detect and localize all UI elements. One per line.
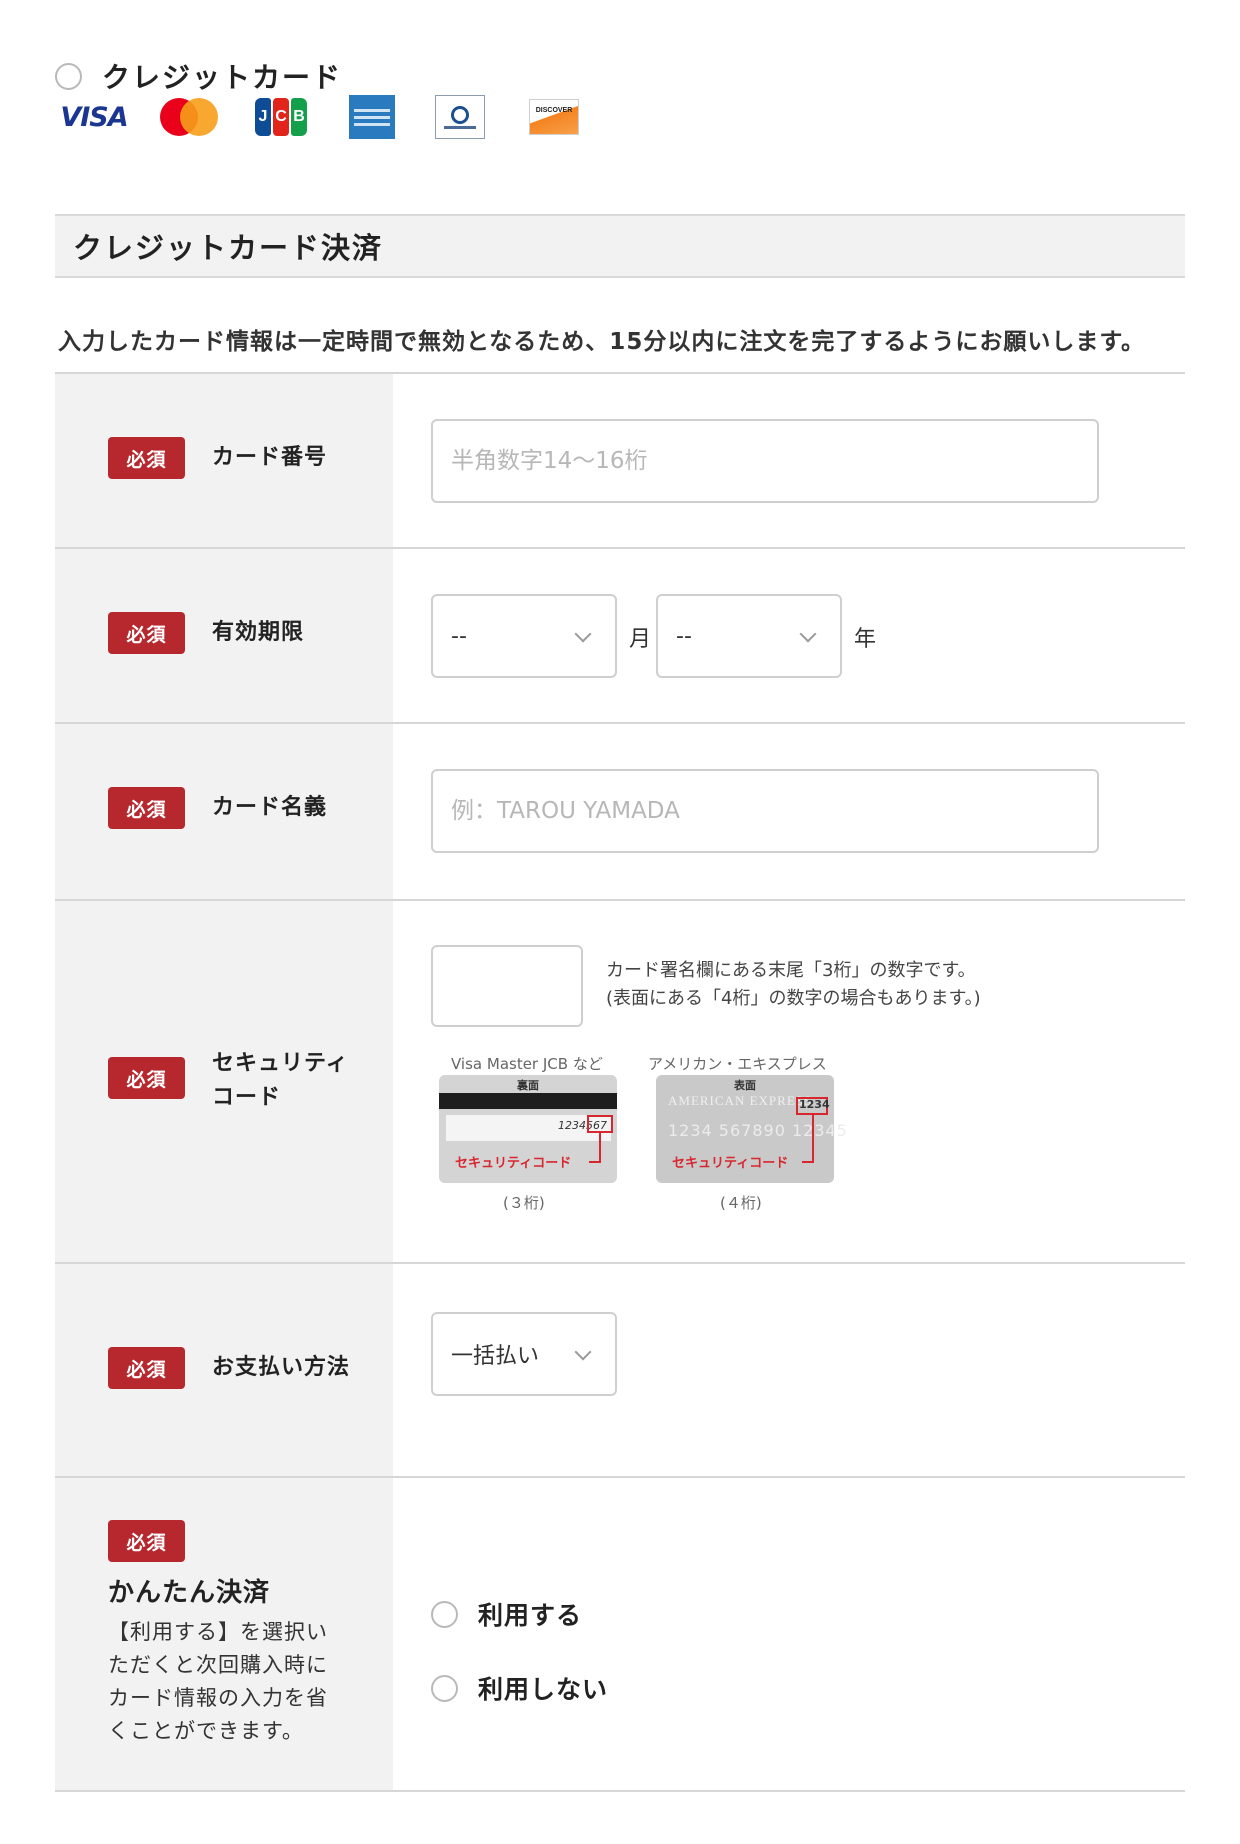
expiry-year-value: -- — [676, 623, 692, 649]
card-back-caption: Visa Master JCB など — [451, 1055, 603, 1073]
section-header: クレジットカード決済 — [55, 214, 1185, 278]
easy-pay-label-cell: 必須 かんたん決済 【利用する】を選択いただくと次回購入時にカード情報の入力を省… — [55, 1478, 393, 1790]
security-code-input[interactable] — [431, 945, 583, 1027]
required-badge: 必須 — [108, 437, 185, 479]
security-code-field-cell: カード署名欄にある末尾「3桁」の数字です。 (表面にある「4桁」の数字の場合もあ… — [393, 901, 1185, 1262]
security-code-label-line1: セキュリティ — [212, 1051, 349, 1076]
security-code-label-cell: 必須 セキュリティ コード — [55, 901, 393, 1262]
easy-pay-description: 【利用する】を選択いただくと次回購入時にカード情報の入力を省くことができます。 — [108, 1620, 328, 1743]
expiry-field-cell: -- 月 -- 年 — [393, 549, 1185, 722]
card-number-row: 必須 カード番号 — [55, 372, 1185, 547]
card-number-field-cell — [393, 374, 1185, 547]
security-code-help-line2: (表面にある「4桁」の数字の場合もあります。) — [606, 988, 981, 1009]
easy-pay-use-radio[interactable] — [431, 1600, 458, 1628]
easy-pay-use-option[interactable]: 利用する — [431, 1596, 582, 1632]
card-number-label-cell: 必須 カード番号 — [55, 374, 393, 547]
expiry-month-value: -- — [451, 623, 467, 649]
easy-pay-not-use-label: 利用しない — [478, 1675, 609, 1704]
required-badge: 必須 — [108, 1347, 185, 1389]
payment-method-select[interactable]: 一括払い — [431, 1312, 617, 1396]
amex-logo — [348, 92, 396, 142]
card-back-number-digits: 1234 — [558, 1119, 586, 1132]
security-code-label-line2: コード — [212, 1085, 282, 1110]
card-name-row: 必須 カード名義 — [55, 722, 1185, 899]
amex-front-illustration: 表面 AMERICAN EXPRESS 1234 567890 12345 12… — [656, 1075, 847, 1183]
payment-method-label: お支払い方法 — [212, 1355, 351, 1380]
card-front-digits: (４桁) — [720, 1194, 762, 1212]
jcb-logo: JCB — [253, 92, 309, 142]
card-number-label: カード番号 — [212, 445, 328, 470]
card-name-label: カード名義 — [212, 795, 328, 820]
expiry-month-select[interactable]: -- — [431, 594, 617, 678]
easy-pay-field-cell: 利用する 利用しない — [393, 1478, 1185, 1790]
easy-pay-not-use-option[interactable]: 利用しない — [431, 1670, 608, 1706]
card-front-caption: アメリカン・エキスプレス — [648, 1055, 827, 1073]
expiry-label-cell: 必須 有効期限 — [55, 549, 393, 722]
credit-card-payment-option[interactable]: クレジットカード — [55, 56, 342, 96]
card-number-input[interactable] — [431, 419, 1099, 503]
amex-card-code-label: セキュリティコード — [672, 1156, 789, 1171]
easy-pay-not-use-radio[interactable] — [431, 1674, 458, 1702]
card-name-field-cell — [393, 724, 1185, 899]
credit-card-option-label: クレジットカード — [102, 61, 343, 94]
easy-pay-use-label: 利用する — [478, 1601, 583, 1630]
security-code-help: カード署名欄にある末尾「3桁」の数字です。 (表面にある「4桁」の数字の場合もあ… — [606, 957, 981, 1013]
visa-logo: VISA — [60, 101, 128, 133]
chevron-down-icon — [574, 1343, 592, 1361]
month-unit: 月 — [629, 627, 652, 652]
easy-pay-row: 必須 かんたん決済 【利用する】を選択いただくと次回購入時にカード情報の入力を省… — [55, 1476, 1185, 1792]
card-back-side-label: 裏面 — [517, 1079, 539, 1092]
easy-pay-title: かんたん決済 — [108, 1578, 271, 1608]
payment-method-field-cell: 一括払い — [393, 1264, 1185, 1476]
credit-card-radio[interactable] — [55, 62, 82, 90]
card-front-side-label: 表面 — [734, 1079, 756, 1092]
card-back-code-label: セキュリティコード — [455, 1156, 572, 1171]
time-limit-notice: 入力したカード情報は一定時間で無効となるため、15分以内に注文を完了するようにお… — [58, 329, 1146, 355]
card-name-label-cell: 必須 カード名義 — [55, 724, 393, 899]
card-name-input[interactable] — [431, 769, 1099, 853]
payment-method-label-cell: 必須 お支払い方法 — [55, 1264, 393, 1476]
year-unit: 年 — [854, 627, 877, 652]
required-badge: 必須 — [108, 787, 185, 829]
card-back-digits: (３桁) — [503, 1194, 545, 1212]
card-back-illustration: 裏面 1234567 セキュリティコード — [439, 1075, 617, 1183]
expiry-label: 有効期限 — [212, 620, 305, 645]
expiry-year-select[interactable]: -- — [656, 594, 842, 678]
payment-method-row: 必須 お支払い方法 一括払い — [55, 1262, 1185, 1476]
required-badge: 必須 — [108, 1520, 185, 1562]
expiry-row: 必須 有効期限 -- 月 -- 年 — [55, 547, 1185, 722]
mastercard-logo — [158, 92, 220, 142]
payment-method-value: 一括払い — [451, 1344, 540, 1369]
security-code-label: セキュリティ コード — [212, 1047, 349, 1115]
security-code-row: 必須 セキュリティ コード カード署名欄にある末尾「3桁」の数字です。 (表面に… — [55, 899, 1185, 1262]
required-badge: 必須 — [108, 1057, 185, 1099]
required-badge: 必須 — [108, 612, 185, 654]
chevron-down-icon — [574, 625, 592, 643]
amex-card-number: 1234 567890 12345 — [668, 1121, 848, 1140]
amex-card-brand-text: AMERICAN EXPRESS — [668, 1093, 813, 1108]
diners-club-logo — [434, 92, 486, 142]
section-title: クレジットカード決済 — [73, 231, 384, 265]
discover-logo: DISCOVER — [528, 92, 580, 142]
security-code-help-line1: カード署名欄にある末尾「3桁」の数字です。 — [606, 960, 976, 981]
chevron-down-icon — [799, 625, 817, 643]
amex-card-code: 1234 — [799, 1098, 830, 1111]
